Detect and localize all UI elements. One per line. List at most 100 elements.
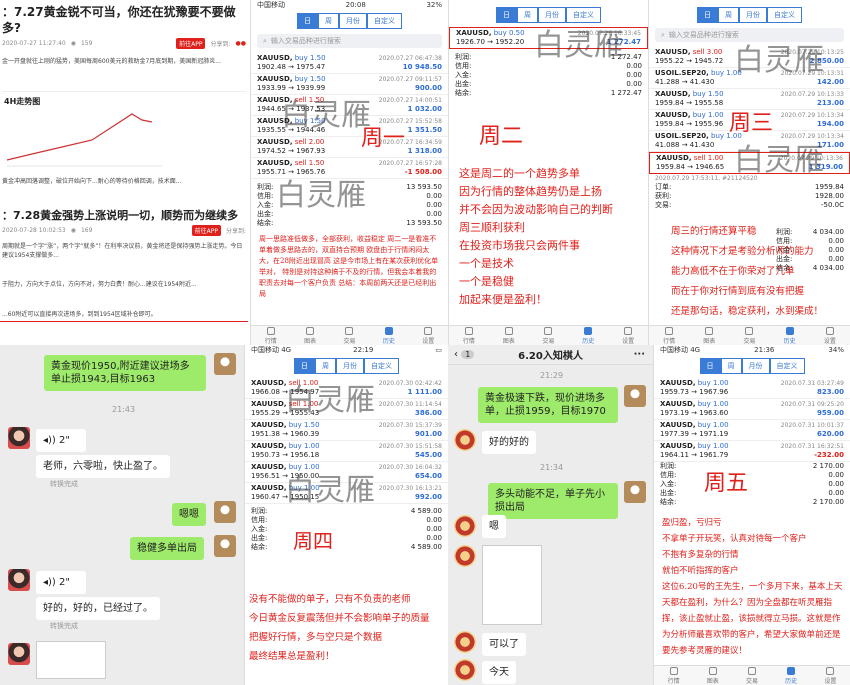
- trade-row[interactable]: XAUUSD, buy 1.00 2020.07.31 09:25:20 1973.…: [654, 399, 850, 420]
- trade-row[interactable]: XAUUSD, sell 1.50 2020.07.27 16:57:28 1955…: [251, 158, 448, 179]
- tab-month[interactable]: 月份: [538, 7, 566, 23]
- trade-row[interactable]: XAUUSD, buy 1.00 2020.07.30 16:04:32 1956.…: [245, 462, 448, 483]
- image-message[interactable]: [482, 545, 542, 625]
- tab-custom[interactable]: 自定义: [767, 7, 802, 23]
- nav-quotes[interactable]: 行情: [663, 326, 675, 345]
- back-button[interactable]: ‹ 1: [454, 349, 475, 360]
- trade-row[interactable]: XAUUSD, buy 1.00 2020.07.31 03:27:49 1959.…: [654, 378, 850, 399]
- nav-trade[interactable]: 交易: [542, 326, 555, 345]
- message-received[interactable]: 可以了: [482, 633, 526, 656]
- tab-day[interactable]: 日: [699, 358, 721, 374]
- nav-trade[interactable]: 交易: [743, 326, 755, 345]
- trade-row[interactable]: XAUUSD, sell 1.00 2020.07.30 02:42:42 1966…: [245, 378, 448, 399]
- tab-day[interactable]: 日: [697, 7, 718, 23]
- tab-custom[interactable]: 自定义: [769, 358, 805, 374]
- tab-day[interactable]: 日: [496, 7, 517, 23]
- avatar[interactable]: [8, 569, 30, 591]
- avatar[interactable]: [454, 631, 476, 653]
- message-received[interactable]: 老师，六零啦，快止盈了。: [36, 455, 170, 478]
- search-input[interactable]: ⌕ 输入交易品种进行搜索: [655, 28, 844, 42]
- message-received[interactable]: 今天: [482, 661, 516, 684]
- search-placeholder: 输入交易品种进行搜索: [270, 37, 341, 45]
- avatar[interactable]: [214, 353, 236, 375]
- nav-settings[interactable]: 设置: [824, 326, 836, 345]
- tab-week[interactable]: 周: [517, 7, 538, 23]
- summary-label: 出金:: [455, 80, 472, 88]
- tab-month[interactable]: 月份: [339, 13, 367, 29]
- note-line: 就怕不听指挥的客户: [662, 566, 739, 576]
- nav-settings[interactable]: 设置: [824, 666, 836, 685]
- nav-trade[interactable]: 交易: [343, 326, 355, 345]
- message-sent[interactable]: 黄金现价1950,附近建议进场多单止损1943,目标1963: [44, 355, 206, 391]
- nav-charts[interactable]: 图表: [304, 326, 316, 345]
- avatar[interactable]: [624, 385, 646, 407]
- nav-charts[interactable]: 图表: [703, 326, 715, 345]
- voice-message[interactable]: ◂)) 2": [36, 571, 86, 594]
- summary-row: 出金: 0.00: [770, 255, 850, 264]
- tab-week[interactable]: 周: [315, 358, 336, 374]
- tab-week[interactable]: 周: [720, 358, 742, 374]
- share-icon[interactable]: ●●: [236, 40, 246, 47]
- tab-custom[interactable]: 自定义: [566, 7, 601, 23]
- message-received[interactable]: 好的，好的，已经过了。: [36, 597, 160, 620]
- avatar[interactable]: [8, 427, 30, 449]
- trade-row[interactable]: XAUUSD, buy 1.50 2020.07.30 15:37:39 1951.…: [245, 420, 448, 441]
- trade-row[interactable]: XAUUSD, buy 1.00 2020.07.31 10:01:37 1977.…: [654, 420, 850, 441]
- nav-quotes[interactable]: 行情: [463, 326, 475, 345]
- nav-settings[interactable]: 设置: [422, 326, 434, 345]
- search-input[interactable]: ⌕ 输入交易品种进行搜索: [257, 34, 442, 48]
- voice-message[interactable]: ◂)) 2": [36, 429, 86, 452]
- image-message[interactable]: [36, 641, 106, 679]
- nav-history[interactable]: 历史: [784, 326, 796, 345]
- nav-history[interactable]: 历史: [582, 326, 594, 345]
- tab-week[interactable]: 周: [718, 7, 739, 23]
- open-app-button[interactable]: 前往APP: [176, 38, 206, 49]
- message-sent[interactable]: 黄金极速下跌，现价进场多单，止损1959，目标1970: [478, 387, 618, 423]
- nav-quotes[interactable]: 行情: [265, 326, 277, 345]
- trade-row[interactable]: XAUUSD, sell 2.00 2020.07.27 16:34:59 1974…: [251, 137, 448, 158]
- nav-charts[interactable]: 图表: [707, 666, 719, 685]
- nav-settings[interactable]: 设置: [622, 326, 634, 345]
- trade-row[interactable]: XAUUSD, buy 1.00 2020.07.30 15:51:58 1950.…: [245, 441, 448, 462]
- trade-row[interactable]: XAUUSD, sell 3.00 2020.07.29 10:13:25 1955…: [649, 47, 850, 68]
- tab-day[interactable]: 日: [297, 13, 318, 29]
- tab-custom[interactable]: 自定义: [364, 358, 399, 374]
- avatar[interactable]: [214, 535, 236, 557]
- trade-row[interactable]: XAUUSD, sell 1.00 2020.07.29 10:13:36 1959…: [649, 152, 850, 174]
- avatar[interactable]: [454, 515, 476, 537]
- open-app-button[interactable]: 前往APP: [191, 225, 221, 236]
- trade-row[interactable]: XAUUSD, sell 1.00 2020.07.30 11:14:54 1955…: [245, 399, 448, 420]
- avatar[interactable]: [454, 545, 476, 567]
- trade-row[interactable]: XAUUSD, buy 1.00 2020.07.30 16:13:21 1960.…: [245, 483, 448, 504]
- message-sent[interactable]: 嗯嗯: [172, 503, 206, 526]
- avatar[interactable]: [8, 643, 30, 665]
- message-sent[interactable]: 多头动能不足，单子先小损出局: [488, 483, 618, 519]
- tab-custom[interactable]: 自定义: [367, 13, 402, 29]
- tab-week[interactable]: 周: [318, 13, 339, 29]
- message-sent[interactable]: 稳健多单出局: [130, 537, 204, 560]
- price-range: 1974.52 → 1967.93: [257, 147, 326, 155]
- trade-row[interactable]: USOIL.SEP20, buy 1.00 2020.07.29 10:13:31…: [649, 68, 850, 89]
- tab-day[interactable]: 日: [294, 358, 315, 374]
- trade-row[interactable]: XAUUSD, buy 1.50 2020.07.27 15:52:58 1935.…: [251, 116, 448, 137]
- tab-month[interactable]: 月份: [739, 7, 767, 23]
- nav-trade[interactable]: 交易: [746, 666, 758, 685]
- trade-row[interactable]: XAUUSD, buy 1.50 2020.07.27 09:11:57 1933.…: [251, 74, 448, 95]
- trade-row[interactable]: XAUUSD, sell 1.50 2020.07.27 14:00:51 1944…: [251, 95, 448, 116]
- more-icon[interactable]: ···: [634, 349, 645, 360]
- avatar[interactable]: [624, 481, 646, 503]
- trade-row[interactable]: XAUUSD, buy 1.00 2020.07.31 16:32:51 1964.…: [654, 441, 850, 462]
- tab-month[interactable]: 月份: [336, 358, 364, 374]
- nav-quotes[interactable]: 行情: [668, 666, 680, 685]
- trade-row[interactable]: XAUUSD, buy 1.50 2020.07.27 06:47:38 1902.…: [251, 53, 448, 74]
- avatar[interactable]: [454, 429, 476, 451]
- message-received[interactable]: 好的好的: [482, 431, 536, 454]
- tab-month[interactable]: 月份: [741, 358, 770, 374]
- trade-row[interactable]: XAUUSD, buy 0.50 2020.07.28 16:33:45 1926…: [449, 27, 648, 49]
- nav-history[interactable]: 历史: [383, 326, 395, 345]
- avatar[interactable]: [454, 659, 476, 681]
- message-received[interactable]: 嗯: [482, 515, 506, 538]
- nav-charts[interactable]: 图表: [503, 326, 515, 345]
- avatar[interactable]: [214, 501, 236, 523]
- nav-history[interactable]: 历史: [785, 666, 797, 685]
